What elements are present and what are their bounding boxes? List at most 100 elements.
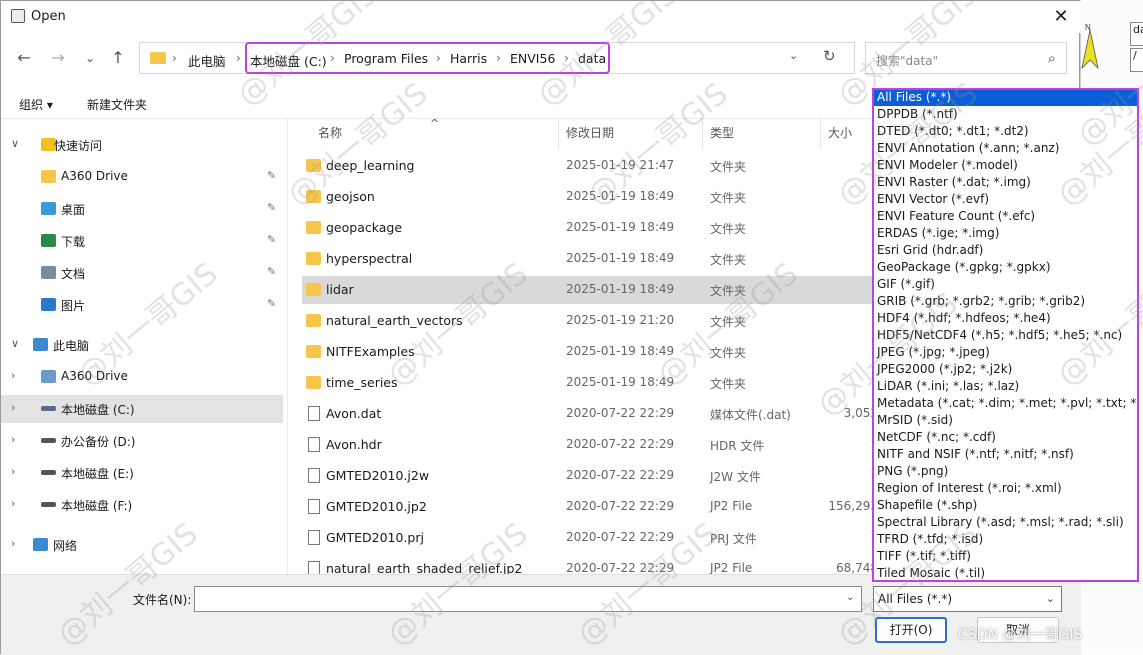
file-row[interactable]: geopackage 2025-01-19 18:49 文件夹 <box>302 214 873 242</box>
up-arrow-icon[interactable]: ↑ <box>105 45 131 71</box>
breadcrumb-this-pc[interactable]: 此电脑 <box>188 51 226 70</box>
filename-label: 文件名(N): <box>133 593 192 607</box>
file-date: 2025-01-19 18:49 <box>566 220 675 234</box>
sidebar-item[interactable]: › 办公备份 (D:) <box>1 427 283 455</box>
file-size: 1 <box>822 437 873 451</box>
file-row[interactable]: natural_earth_vectors 2025-01-19 21:20 文件夹 <box>302 307 873 335</box>
folder-icon <box>306 190 321 203</box>
file-date: 2020-07-22 22:29 <box>566 406 675 420</box>
folder-icon <box>306 283 321 296</box>
sidebar-item[interactable]: 下载 ✎ <box>1 227 283 255</box>
file-name: geopackage <box>326 220 403 235</box>
expand-chevron-icon[interactable]: › <box>11 465 15 478</box>
background-field: / <box>1130 48 1143 72</box>
expand-chevron-icon[interactable]: › <box>11 433 15 446</box>
drive-icon <box>41 438 56 443</box>
refresh-icon[interactable]: ↻ <box>823 47 836 65</box>
file-date: 2020-07-22 22:29 <box>566 561 675 574</box>
sidebar-item[interactable]: 桌面 ✎ <box>1 195 283 223</box>
recent-locations-chevron-icon[interactable]: ⌄ <box>77 45 103 71</box>
expand-chevron-icon[interactable]: ∨ <box>11 137 19 150</box>
column-header-date[interactable]: 修改日期 <box>566 124 614 141</box>
file-name: Avon.hdr <box>326 437 382 452</box>
file-row[interactable]: lidar 2025-01-19 18:49 文件夹 <box>302 276 873 304</box>
file-name: hyperspectral <box>326 251 413 266</box>
back-arrow-icon[interactable]: ← <box>11 45 37 71</box>
new-folder-button[interactable]: 新建文件夹 <box>87 96 147 113</box>
file-row[interactable]: GMTED2010.j2w 2020-07-22 22:29 J2W 文件 1 <box>302 462 873 490</box>
column-header-name[interactable]: 名称 <box>318 124 342 141</box>
filename-dropdown-chevron-icon[interactable]: ⌄ <box>846 592 854 603</box>
file-icon <box>308 468 320 483</box>
folder-icon <box>150 52 166 64</box>
expand-chevron-icon[interactable]: ∨ <box>11 337 19 350</box>
folder-icon <box>306 252 321 265</box>
file-type: PRJ 文件 <box>710 532 757 546</box>
file-date: 2020-07-22 22:29 <box>566 499 675 513</box>
file-row[interactable]: Avon.hdr 2020-07-22 22:29 HDR 文件 1 <box>302 431 873 459</box>
file-row[interactable]: natural_earth_shaded_relief.jp2 2020-07-2… <box>302 555 873 574</box>
search-icon: ⌕ <box>1047 49 1056 67</box>
folder-icon <box>306 314 321 327</box>
file-type: J2W 文件 <box>710 470 761 484</box>
sidebar-item-label: 文档 <box>61 267 86 281</box>
file-row[interactable]: geojson 2025-01-19 18:49 文件夹 <box>302 183 873 211</box>
sidebar-item[interactable]: › 本地磁盘 (F:) <box>1 491 283 519</box>
expand-chevron-icon[interactable]: › <box>11 537 15 550</box>
file-type: 文件夹 <box>710 191 747 205</box>
sidebar-item[interactable]: 图片 ✎ <box>1 291 283 319</box>
sidebar-item[interactable]: › A360 Drive <box>1 363 283 391</box>
file-row[interactable]: deep_learning 2025-01-19 21:47 文件夹 <box>302 152 873 180</box>
file-date: 2025-01-19 18:49 <box>566 282 675 296</box>
search-placeholder: 搜索"data" <box>876 54 939 68</box>
sidebar-item[interactable]: › 本地磁盘 (E:) <box>1 459 283 487</box>
file-list: ^ 名称 修改日期 类型 大小 deep_learning 2025-01-19 … <box>287 119 873 574</box>
file-row[interactable]: GMTED2010.prj 2020-07-22 22:29 PRJ 文件 1 <box>302 524 873 552</box>
column-header-size[interactable]: 大小 <box>828 124 852 141</box>
sidebar-item[interactable]: ∨ 快速访问 <box>1 131 283 159</box>
open-button[interactable]: 打开(O) <box>875 617 947 643</box>
file-row[interactable]: NITFExamples 2025-01-19 18:49 文件夹 <box>302 338 873 366</box>
sidebar-item-label: 此电脑 <box>53 339 90 353</box>
sidebar-item[interactable]: ∨ 此电脑 <box>1 331 283 359</box>
sidebar-item[interactable]: 文档 ✎ <box>1 259 283 287</box>
pin-icon[interactable]: ✎ <box>267 169 276 182</box>
file-name: time_series <box>326 375 398 390</box>
expand-chevron-icon[interactable]: › <box>11 401 15 414</box>
file-date: 2025-01-19 18:49 <box>566 189 675 203</box>
sort-ascending-icon: ^ <box>430 119 440 130</box>
organize-button[interactable]: 组织 ▾ <box>19 96 53 113</box>
search-input[interactable]: 搜索"data" ⌕ <box>865 42 1067 74</box>
column-header-type[interactable]: 类型 <box>710 124 734 141</box>
documents-icon <box>41 266 56 279</box>
file-type-select[interactable]: All Files (*.*) ⌄ <box>873 586 1062 612</box>
pin-icon[interactable]: ✎ <box>267 201 276 214</box>
forward-arrow-icon[interactable]: → <box>45 45 71 71</box>
sidebar-item[interactable]: › 网络 <box>1 531 283 559</box>
close-button[interactable]: ✕ <box>1043 3 1079 31</box>
file-row[interactable]: Avon.dat 2020-07-22 22:29 媒体文件(.dat) 3,052 <box>302 400 873 428</box>
pin-icon[interactable]: ✎ <box>267 233 276 246</box>
file-row[interactable]: time_series 2025-01-19 18:49 文件夹 <box>302 369 873 397</box>
address-dropdown-chevron-icon[interactable]: ⌄ <box>789 49 798 62</box>
sidebar-item-label: 网络 <box>53 539 78 553</box>
file-row[interactable]: GMTED2010.jp2 2020-07-22 22:29 JP2 File 156… <box>302 493 873 521</box>
sidebar-item-label: 快速访问 <box>54 139 103 153</box>
sidebar-item[interactable]: A360 Drive ✎ <box>1 163 283 191</box>
title-bar: Open ✕ <box>1 1 1081 33</box>
expand-chevron-icon[interactable]: › <box>11 497 15 510</box>
filename-input[interactable] <box>194 586 862 612</box>
file-type: 文件夹 <box>710 253 747 267</box>
folder-icon <box>306 159 321 172</box>
pin-icon[interactable]: ✎ <box>267 265 276 278</box>
file-row[interactable]: hyperspectral 2025-01-19 18:49 文件夹 <box>302 245 873 273</box>
background-field: da <box>1130 22 1143 46</box>
pin-icon[interactable]: ✎ <box>267 297 276 310</box>
expand-chevron-icon[interactable]: › <box>11 369 15 382</box>
file-size: 3,052 <box>843 406 873 420</box>
sidebar-item[interactable]: › 本地磁盘 (C:) <box>1 395 283 423</box>
sidebar-item-label: 下载 <box>61 235 86 249</box>
file-size: 1 <box>822 530 873 544</box>
file-size: 156,293 <box>828 499 873 513</box>
drive-icon <box>41 502 56 507</box>
